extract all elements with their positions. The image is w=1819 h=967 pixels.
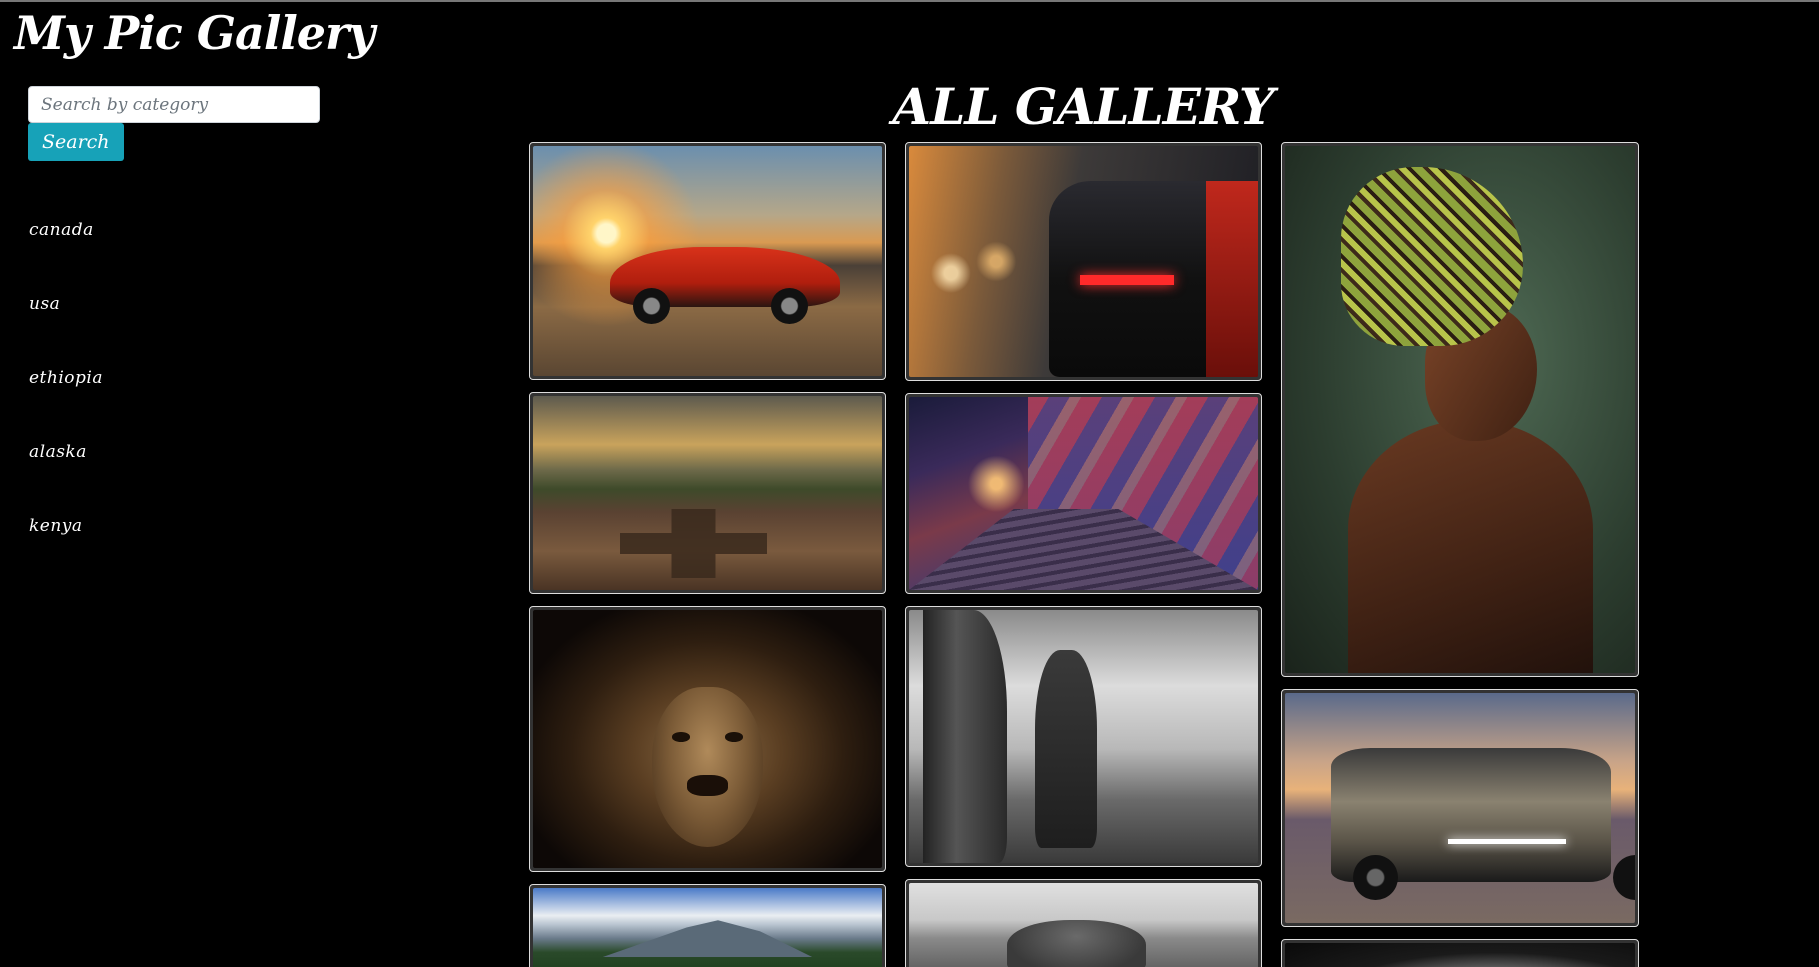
gallery-photo-elephant[interactable] [905, 879, 1262, 967]
photo-image [1285, 146, 1635, 673]
gallery-photo-woman-headwrap[interactable] [1281, 142, 1639, 677]
category-item-ethiopia[interactable]: ethiopia [29, 368, 103, 442]
photo-image [909, 883, 1258, 967]
brand-title[interactable]: My Pic Gallery [14, 6, 375, 60]
category-item-alaska[interactable]: alaska [29, 442, 103, 516]
gallery-photo-hands[interactable] [1281, 939, 1639, 967]
gallery-photo-mountain-forest[interactable] [529, 884, 886, 967]
gallery-photo-red-muscle-car[interactable] [529, 142, 886, 380]
gallery-photo-children-tree[interactable] [905, 606, 1262, 867]
gallery-photo-lion[interactable] [529, 606, 886, 872]
photo-image [909, 397, 1258, 590]
category-item-usa[interactable]: usa [29, 294, 103, 368]
gallery-photo-toyota-truck[interactable] [1281, 689, 1639, 927]
photo-image [533, 146, 882, 376]
photo-image [533, 396, 882, 590]
category-item-canada[interactable]: canada [29, 220, 103, 294]
gallery-title: ALL GALLERY [892, 77, 1274, 136]
photo-image [1285, 693, 1635, 923]
gallery-photo-sports-car-street[interactable] [905, 142, 1262, 381]
photo-image [533, 610, 882, 868]
photo-image [909, 146, 1258, 377]
category-item-kenya[interactable]: kenya [29, 516, 103, 590]
gallery-photo-graffiti-alley[interactable] [905, 393, 1262, 594]
category-list: canada usa ethiopia alaska kenya [29, 220, 103, 590]
photo-image [533, 888, 882, 967]
photo-image [1285, 943, 1635, 967]
gallery-photo-rock-church[interactable] [529, 392, 886, 594]
photo-image [909, 610, 1258, 863]
